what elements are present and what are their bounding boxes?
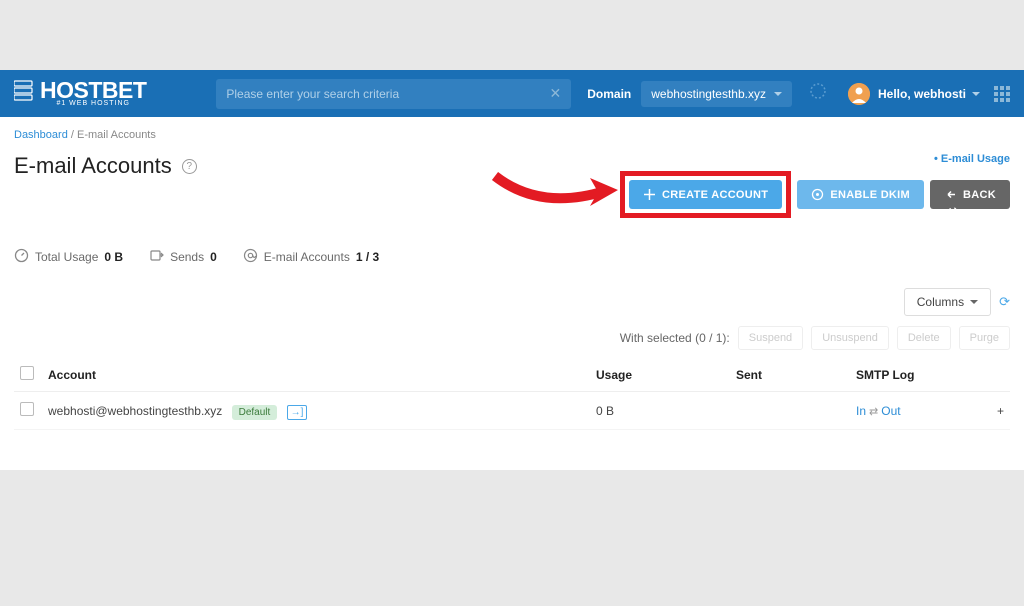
account-email: webhosti@webhostingtesthb.xyz <box>48 404 222 418</box>
col-account[interactable]: Account <box>42 358 590 392</box>
login-icon[interactable]: →] <box>287 405 308 420</box>
col-sent[interactable]: Sent <box>730 358 850 392</box>
avatar[interactable] <box>848 83 870 105</box>
bulk-label: With selected (0 / 1): <box>620 331 730 345</box>
send-icon <box>149 248 164 266</box>
top-header: HOSTBET #1 WEB HOSTING ✕ Domain webhosti… <box>0 70 1024 117</box>
stats-row: Total Usage 0 B Sends 0 E-mail Accounts … <box>14 248 1010 266</box>
domain-selector[interactable]: webhostingtesthb.xyz <box>641 81 792 107</box>
at-icon <box>243 248 258 266</box>
chevron-down-icon <box>970 300 978 308</box>
expand-icon[interactable]: + <box>997 404 1004 418</box>
stat-total-usage: Total Usage 0 B <box>14 248 123 266</box>
plus-icon <box>643 188 656 201</box>
server-icon <box>14 79 34 108</box>
swap-icon: ⇄ <box>869 406 878 418</box>
arrow-annotation <box>490 166 620 221</box>
brand-logo[interactable]: HOSTBET #1 WEB HOSTING <box>14 79 146 108</box>
default-badge: Default <box>232 405 278 420</box>
row-checkbox[interactable] <box>20 402 34 416</box>
gear-icon <box>811 188 824 201</box>
enable-dkim-button[interactable]: ENABLE DKIM <box>797 180 924 209</box>
page-title: E-mail Accounts <box>14 153 172 179</box>
bulk-actions: With selected (0 / 1): Suspend Unsuspend… <box>14 326 1010 350</box>
main-content: Dashboard / E-mail Accounts E-mail Accou… <box>0 117 1024 470</box>
chevron-down-icon <box>774 92 782 100</box>
accounts-table: Account Usage Sent SMTP Log webhosti@web… <box>14 358 1010 430</box>
select-all-checkbox[interactable] <box>20 366 34 380</box>
col-usage[interactable]: Usage <box>590 358 730 392</box>
smtp-in-link[interactable]: In <box>856 404 866 418</box>
smtp-out-link[interactable]: Out <box>881 404 900 418</box>
table-row: webhosti@webhostingtesthb.xyz Default →]… <box>14 392 1010 430</box>
search-container: ✕ <box>216 79 571 109</box>
sent-cell <box>730 392 850 430</box>
chevron-down-icon <box>972 92 980 100</box>
email-usage-link[interactable]: • E-mail Usage <box>620 153 1010 165</box>
notification-icon[interactable] <box>808 81 828 106</box>
stat-sends: Sends 0 <box>149 248 217 266</box>
delete-button[interactable]: Delete <box>897 326 951 350</box>
refresh-icon[interactable]: ⟳ <box>999 294 1010 310</box>
dkim-label: ENABLE DKIM <box>830 189 910 201</box>
create-account-button[interactable]: CREATE ACCOUNT <box>629 180 782 209</box>
domain-value: webhostingtesthb.xyz <box>651 87 766 101</box>
apps-grid-icon[interactable] <box>994 86 1010 102</box>
user-menu[interactable]: Hello, webhosti <box>878 87 980 101</box>
col-smtp[interactable]: SMTP Log <box>850 358 970 392</box>
highlighted-action: CREATE ACCOUNT <box>620 171 791 218</box>
domain-label: Domain <box>587 87 631 101</box>
search-input[interactable] <box>226 87 549 101</box>
brand-name: HOSTBET <box>40 80 146 101</box>
unsuspend-button[interactable]: Unsuspend <box>811 326 889 350</box>
search-clear-icon[interactable]: ✕ <box>550 85 562 102</box>
breadcrumb-root[interactable]: Dashboard <box>14 129 68 141</box>
usage-cell: 0 B <box>590 392 730 430</box>
back-arrow-icon: ↩ <box>944 188 957 201</box>
help-icon[interactable]: ? <box>182 159 197 174</box>
columns-button[interactable]: Columns <box>904 288 991 316</box>
back-button[interactable]: ↩ BACK <box>930 180 1010 209</box>
stat-accounts: E-mail Accounts 1 / 3 <box>243 248 379 266</box>
breadcrumb-current: E-mail Accounts <box>77 129 156 141</box>
back-label: BACK <box>963 189 996 201</box>
create-label: CREATE ACCOUNT <box>662 189 768 201</box>
purge-button[interactable]: Purge <box>959 326 1010 350</box>
breadcrumb: Dashboard / E-mail Accounts <box>14 127 1010 153</box>
gauge-icon <box>14 248 29 266</box>
greeting-text: Hello, webhosti <box>878 87 966 101</box>
suspend-button[interactable]: Suspend <box>738 326 803 350</box>
